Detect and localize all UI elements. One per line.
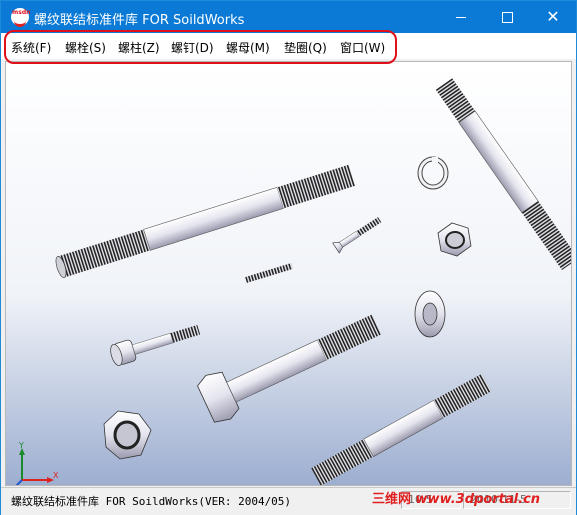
msdn-logo-icon: msdn: [11, 8, 31, 27]
watermark-domain: www.3dportal.cn: [415, 492, 541, 507]
maximize-button[interactable]: [484, 1, 530, 33]
axis-triad-icon: [15, 448, 54, 485]
close-button[interactable]: ✕: [530, 1, 576, 33]
spring-washer: [417, 156, 449, 190]
stud-bottom-right: [311, 373, 492, 485]
axis-y-label: Y: [18, 441, 24, 450]
hex-nut-bottom: [103, 410, 152, 460]
parts-illustration: Y X: [15, 78, 571, 485]
minimize-icon: [456, 16, 466, 18]
watermark-text: 三维网: [372, 492, 412, 507]
hex-bolt: [197, 314, 382, 423]
minimize-button[interactable]: [438, 1, 484, 33]
watermark: 三维网 www.3dportal.cn: [372, 488, 540, 507]
flat-washer: [414, 290, 446, 338]
title-bar[interactable]: msdn 螺纹联结标准件库 FOR SoildWorks ✕: [1, 1, 576, 33]
menu-highlight-annotation: [4, 30, 397, 64]
close-icon: ✕: [546, 7, 560, 26]
graphics-viewport[interactable]: Y X: [5, 61, 572, 486]
axis-x-label: X: [53, 471, 59, 480]
window-title: 螺纹联结标准件库 FOR SoildWorks: [34, 13, 245, 28]
stud-long: [55, 164, 356, 278]
socket-head-cap-screw: [110, 324, 201, 366]
status-text: 螺纹联结标准件库 FOR SoildWorks(VER: 2004/05): [11, 495, 292, 508]
app-window: msdn 螺纹联结标准件库 FOR SoildWorks ✕ 系统(F) 螺栓(…: [0, 0, 577, 515]
countersunk-screw: [332, 217, 382, 254]
app-icon-label: msdn: [12, 9, 31, 16]
hex-nut-right: [437, 222, 472, 257]
maximize-icon: [501, 11, 513, 23]
set-screw: [245, 263, 293, 283]
